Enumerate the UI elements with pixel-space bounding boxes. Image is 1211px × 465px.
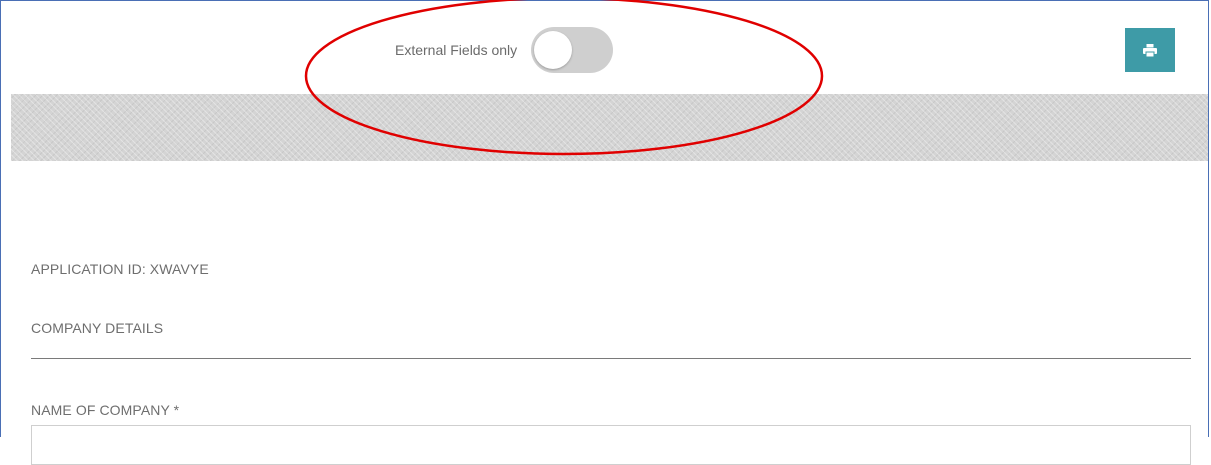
page-frame: External Fields only APPLICATION ID: XWA… (0, 0, 1209, 465)
company-name-label: NAME OF COMPANY * (31, 402, 180, 418)
section-title-company-details: COMPANY DETAILS (31, 320, 164, 336)
application-id: APPLICATION ID: XWAVYE (31, 261, 209, 277)
external-fields-toggle-group: External Fields only (395, 27, 614, 73)
external-fields-toggle[interactable] (531, 27, 614, 73)
print-button[interactable] (1125, 28, 1175, 72)
header-banner (11, 94, 1208, 161)
toggle-knob (534, 31, 573, 69)
company-name-input[interactable] (31, 425, 1191, 465)
section-divider (31, 358, 1191, 359)
print-icon (1143, 43, 1157, 57)
external-fields-toggle-label: External Fields only (395, 42, 518, 58)
toolbar: External Fields only (1, 1, 1208, 93)
